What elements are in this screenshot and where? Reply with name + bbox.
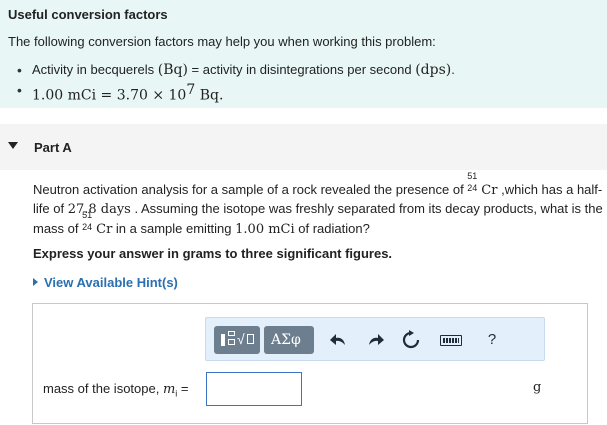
- template-box-icon: [221, 334, 225, 346]
- math-toolbar: √ ΑΣφ ?: [205, 317, 545, 361]
- mass-answer-input[interactable]: [206, 372, 302, 406]
- isotope-notation: 51 24: [467, 171, 478, 193]
- caret-right-icon: [33, 278, 38, 286]
- templates-button[interactable]: √: [214, 326, 260, 354]
- fraction-bottom-icon: [228, 339, 235, 345]
- conversion-item-mci: 1.00 mCi = 3.70 × 107 Bq.: [17, 80, 455, 103]
- radical-icon: √: [237, 331, 245, 347]
- keyboard-icon[interactable]: [440, 329, 462, 351]
- part-title: Part A: [34, 140, 72, 155]
- keyboard-shape: [440, 335, 462, 346]
- conversion-subtitle: The following conversion factors may hel…: [8, 34, 436, 49]
- redo-icon[interactable]: [364, 329, 386, 351]
- reset-icon[interactable]: [400, 329, 422, 351]
- view-hints-link[interactable]: View Available Hint(s): [33, 275, 178, 290]
- isotope-notation: 51 24: [82, 210, 93, 232]
- collapse-caret-icon[interactable]: [8, 142, 18, 149]
- hint-link-label: View Available Hint(s): [44, 275, 178, 290]
- answer-instruction: Express your answer in grams to three si…: [33, 246, 393, 261]
- conversion-list: Activity in becquerels (Bq) = activity i…: [17, 60, 455, 103]
- problem-text: Neutron activation analysis for a sample…: [33, 171, 603, 238]
- answer-unit: g: [533, 380, 542, 395]
- greek-label: ΑΣφ: [271, 332, 301, 348]
- conversion-item-bq: Activity in becquerels (Bq) = activity i…: [17, 60, 455, 80]
- greek-symbols-button[interactable]: ΑΣφ: [264, 326, 314, 354]
- answer-label: mass of the isotope, mi =: [43, 381, 189, 399]
- undo-icon[interactable]: [328, 329, 350, 351]
- radicand-box-icon: [247, 334, 254, 344]
- fraction-icon: [228, 331, 235, 336]
- conversion-factors-panel: Useful conversion factors The following …: [0, 0, 607, 108]
- help-button[interactable]: ?: [481, 329, 503, 351]
- conversion-title: Useful conversion factors: [8, 7, 168, 22]
- answer-box: √ ΑΣφ ? mass of the isotope, mi = g: [32, 303, 588, 424]
- part-a-header[interactable]: Part A: [0, 124, 607, 170]
